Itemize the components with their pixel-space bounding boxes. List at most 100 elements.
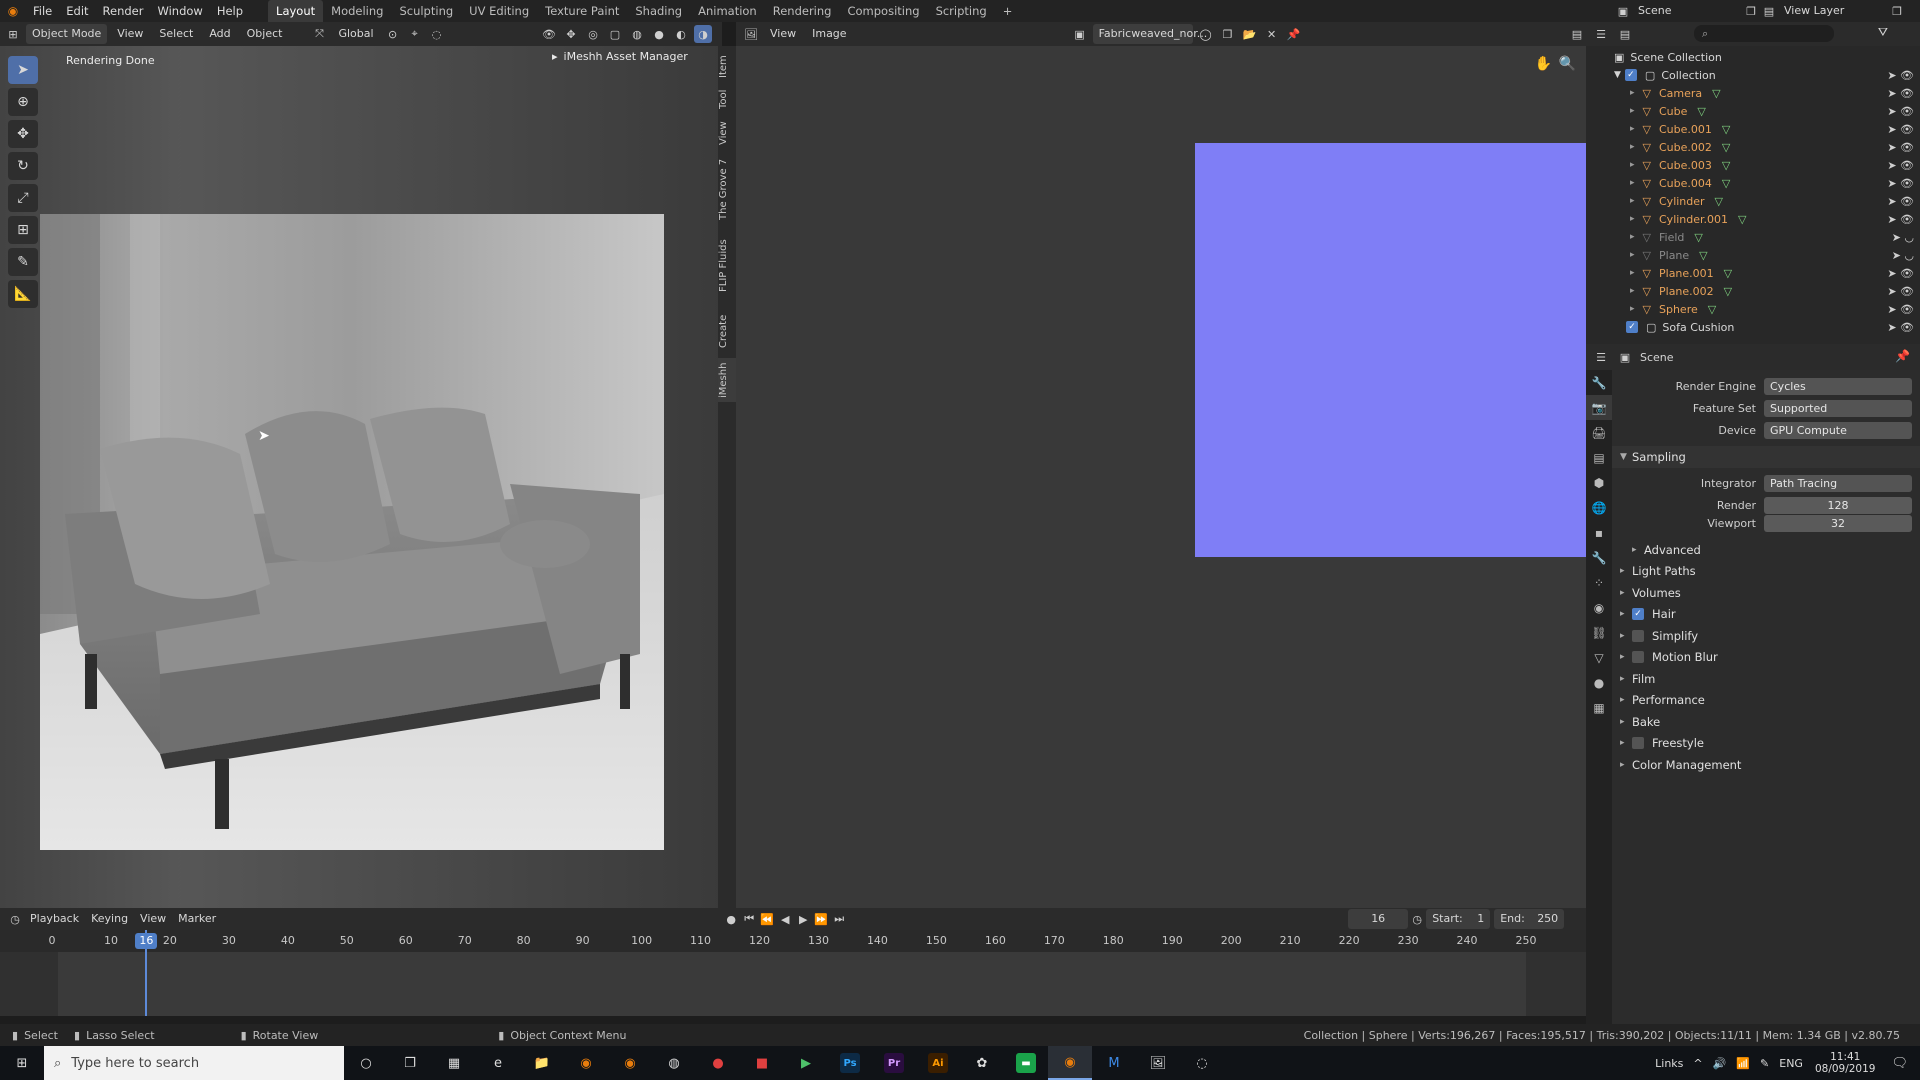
physics-properties-icon[interactable]: ◉	[1586, 595, 1612, 620]
current-frame-field[interactable]: 16	[1348, 909, 1409, 929]
network-icon[interactable]: 📶	[1736, 1057, 1750, 1070]
notifications-icon[interactable]: 🗨	[1891, 1056, 1908, 1071]
mesh-data-icon[interactable]: ▽	[1715, 195, 1723, 208]
taskbar-search-input[interactable]: ⌕ Type here to search	[44, 1046, 344, 1080]
overlay-icon[interactable]: ◎	[584, 25, 602, 43]
tab-view[interactable]: View	[718, 116, 736, 150]
close-image-icon[interactable]: ✕	[1263, 25, 1281, 43]
start-frame-field[interactable]: Start: 1	[1426, 909, 1491, 929]
play-icon[interactable]: ▶	[794, 910, 812, 928]
timeline-editor-icon[interactable]: ◷	[6, 910, 24, 928]
outliner-expand-icon[interactable]: ▸	[1630, 268, 1635, 278]
panel-film[interactable]: ▸ Film	[1612, 668, 1920, 690]
tab-flip-fluids[interactable]: FLIP Fluids	[718, 226, 736, 306]
menu-edit[interactable]: Edit	[59, 0, 95, 22]
outliner-expand-icon[interactable]: ▸	[1630, 160, 1635, 170]
playhead-frame-badge[interactable]: 16	[135, 933, 158, 949]
collection-caret-icon[interactable]: ▼	[1614, 70, 1621, 80]
tab-texture-paint[interactable]: Texture Paint	[537, 0, 627, 22]
tray-chevron-icon[interactable]: ^	[1693, 1057, 1702, 1070]
next-keyframe-icon[interactable]: ⏩	[812, 910, 830, 928]
viewport-menu-add[interactable]: Add	[203, 24, 236, 44]
panel-enable-checkbox[interactable]: ✓	[1632, 608, 1644, 620]
blender-app-icon[interactable]: ◉	[564, 1046, 608, 1080]
visibility-toggle-icon[interactable]: ➤ 👁	[1887, 267, 1914, 280]
view-layer-name[interactable]: View Layer	[1778, 1, 1888, 21]
panel-hair[interactable]: ▸ ✓ Hair	[1612, 603, 1920, 625]
mesh-data-icon[interactable]: ▽	[1724, 285, 1732, 298]
new-image-icon[interactable]: ❐	[1219, 25, 1237, 43]
cursor-tool-icon[interactable]: ⊕	[8, 88, 38, 116]
outliner-expand-icon[interactable]: ▸	[1630, 232, 1635, 242]
outliner-expand-icon[interactable]: ▸	[1630, 142, 1635, 152]
illustrator-app-icon[interactable]: Ai	[916, 1046, 960, 1080]
visibility-toggle-icon[interactable]: ➤ 👁	[1887, 123, 1914, 136]
display-channels-icon[interactable]: ▤	[1568, 25, 1586, 43]
visibility-toggle-icon[interactable]: ➤ 👁	[1887, 87, 1914, 100]
outliner-item[interactable]: ▸ ▽ Field ▽ ➤ ◡	[1586, 228, 1920, 246]
panel-light-paths[interactable]: ▸ Light Paths	[1612, 560, 1920, 582]
file-explorer-app-icon[interactable]: 📁	[520, 1046, 564, 1080]
tab-sculpting[interactable]: Sculpting	[391, 0, 461, 22]
gizmo-icon[interactable]: ✥	[562, 25, 580, 43]
blender-logo-icon[interactable]: ◉	[0, 0, 26, 22]
outliner-item[interactable]: ▸ ▽ Sphere ▽ ➤ 👁	[1586, 300, 1920, 318]
mesh-data-icon[interactable]: ▽	[1722, 159, 1730, 172]
rotate-tool-icon[interactable]: ↻	[8, 152, 38, 180]
integrator-dropdown[interactable]: Path Tracing	[1764, 474, 1912, 492]
outliner-expand-icon[interactable]: ▸	[1630, 214, 1635, 224]
tab-shading[interactable]: Shading	[627, 0, 690, 22]
tab-tool[interactable]: Tool	[718, 84, 736, 114]
outliner-editor-icon[interactable]: ☰	[1592, 25, 1610, 43]
blender-alt-app-icon[interactable]: ◉	[608, 1046, 652, 1080]
end-frame-field[interactable]: End: 250	[1494, 909, 1565, 929]
feature-set-dropdown[interactable]: Supported	[1764, 399, 1912, 417]
view-layer-properties-icon[interactable]: ▤	[1586, 445, 1612, 470]
image-name-field[interactable]: Fabricweaved_nor...	[1092, 24, 1207, 44]
color-app-icon[interactable]: ✿	[960, 1046, 1004, 1080]
viewport-samples-field[interactable]: 32	[1764, 514, 1912, 532]
tray-clock[interactable]: 11:41 08/09/2019	[1815, 1051, 1876, 1075]
outliner-item[interactable]: ▸ ▽ Cube.004 ▽ ➤ 👁	[1586, 174, 1920, 192]
visibility-toggle-icon[interactable]: ➤ 👁	[1887, 195, 1914, 208]
outliner-search-input[interactable]: ⌕	[1694, 25, 1834, 42]
panel-simplify[interactable]: ▸ Simplify	[1612, 625, 1920, 647]
new-scene-icon[interactable]: ❐	[1742, 2, 1760, 20]
fake-user-icon[interactable]: ◯	[1197, 25, 1215, 43]
outliner-expand-icon[interactable]: ▸	[1630, 106, 1635, 116]
scene-name[interactable]: Scene	[1632, 1, 1742, 21]
object-mode-dropdown[interactable]: Object Mode	[26, 24, 108, 44]
visibility-toggle-icon[interactable]: ➤ 👁	[1887, 213, 1914, 226]
editor-type-icon[interactable]: ⊞	[4, 25, 22, 43]
outliner-item[interactable]: ▸ ▽ Plane ▽ ➤ ◡	[1586, 246, 1920, 264]
tab-uv-editing[interactable]: UV Editing	[461, 0, 537, 22]
measure-tool-icon[interactable]: 📐	[8, 280, 38, 308]
menu-file[interactable]: File	[26, 0, 59, 22]
outliner-collection[interactable]: ▼ ✓ ▢ Collection ➤ 👁	[1586, 66, 1920, 84]
cortana-icon[interactable]: ○	[344, 1046, 388, 1080]
menu-render[interactable]: Render	[96, 0, 151, 22]
advanced-subpanel[interactable]: ▸ Advanced	[1612, 539, 1920, 561]
jump-end-icon[interactable]: ⏭	[830, 910, 848, 928]
move-tool-icon[interactable]: ✥	[8, 120, 38, 148]
outliner-item[interactable]: ▸ ▽ Cube.003 ▽ ➤ 👁	[1586, 156, 1920, 174]
chrome-app-icon[interactable]: ◍	[652, 1046, 696, 1080]
collection-visibility-icon[interactable]: ➤ 👁	[1887, 69, 1914, 82]
windows-start-icon[interactable]: ⊞	[0, 1046, 44, 1080]
outliner-item[interactable]: ▸ ▽ Plane.001 ▽ ➤ 👁	[1586, 264, 1920, 282]
tab-the-grove[interactable]: The Grove 7	[718, 154, 736, 224]
outliner-item[interactable]: ▸ ▽ Cylinder.001 ▽ ➤ 👁	[1586, 210, 1920, 228]
outliner-expand-icon[interactable]: ▸	[1630, 124, 1635, 134]
photos-app-icon[interactable]: 🖼	[1136, 1046, 1180, 1080]
render-engine-dropdown[interactable]: Cycles	[1764, 377, 1912, 395]
transform-orientation-icon[interactable]: ⤧	[310, 25, 328, 43]
transform-orientation-dropdown[interactable]: Global	[332, 24, 379, 44]
panel-freestyle[interactable]: ▸ Freestyle	[1612, 732, 1920, 754]
timeline-menu-view[interactable]: View	[134, 909, 172, 929]
outliner-item[interactable]: ▸ ▽ Camera ▽ ➤ 👁	[1586, 84, 1920, 102]
tab-animation[interactable]: Animation	[690, 0, 765, 22]
constraint-properties-icon[interactable]: ⛓	[1586, 620, 1612, 645]
preview-range-icon[interactable]: ◷	[1408, 910, 1426, 928]
viewport-menu-select[interactable]: Select	[153, 24, 199, 44]
mesh-data-icon[interactable]: ▽	[1722, 177, 1730, 190]
